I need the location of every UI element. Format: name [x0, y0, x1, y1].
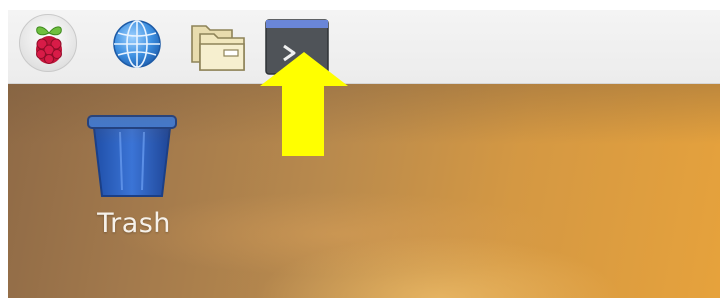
web-browser-button[interactable] — [111, 18, 163, 70]
raspberry-icon — [36, 26, 62, 64]
file-manager-button[interactable] — [188, 18, 256, 74]
trash-icon — [87, 115, 177, 197]
annotation-arrow — [260, 52, 348, 156]
folder-icon — [191, 25, 245, 71]
desktop-icon-trash[interactable]: Trash — [86, 112, 182, 248]
desktop: Trash — [8, 84, 720, 298]
globe-icon — [113, 20, 161, 68]
trash-label: Trash — [97, 208, 171, 239]
menu-button[interactable] — [19, 14, 77, 72]
screen: Trash — [0, 0, 720, 306]
taskbar — [8, 10, 720, 84]
